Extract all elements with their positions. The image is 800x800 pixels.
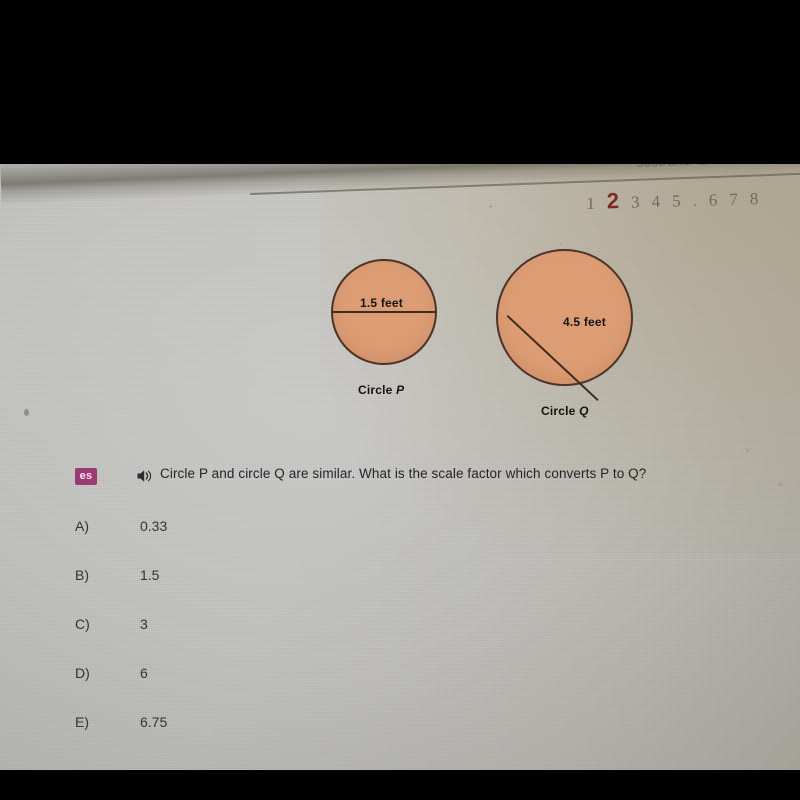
- speaker-icon[interactable]: [136, 468, 154, 484]
- circle-q-measure-label: 4.5 feet: [563, 315, 606, 329]
- option-value-b: 1.5: [140, 567, 160, 583]
- option-row-e[interactable]: E) 6.75: [0, 714, 800, 763]
- option-letter-e: E): [75, 714, 89, 730]
- circle-p-diameter-line: [333, 311, 435, 313]
- spanish-translation-badge[interactable]: es: [75, 468, 97, 485]
- letterbox-bottom: [0, 770, 800, 800]
- circle-q-name-word: Circle: [541, 404, 576, 418]
- option-letter-a: A): [75, 518, 89, 534]
- question-text: Circle P and circle Q are similar. What …: [160, 466, 647, 481]
- option-value-d: 6: [140, 665, 148, 681]
- option-value-c: 3: [140, 616, 148, 632]
- letterbox-top: [0, 0, 800, 164]
- option-row-d[interactable]: D) 6: [0, 665, 800, 714]
- screenshot-root: sostrand=2427&elem 1 2 3 4 5 . 6 7 8 1.5…: [0, 0, 800, 800]
- circle-q-name-label: Circle Q: [541, 404, 589, 418]
- paper-speck: [746, 449, 749, 452]
- option-letter-d: D): [75, 665, 90, 681]
- option-letter-c: C): [75, 616, 90, 632]
- geometry-figure: 1.5 feet Circle P 4.5 feet Circle Q: [0, 163, 800, 443]
- circle-p-name-letter: P: [396, 383, 405, 397]
- option-value-e: 6.75: [140, 714, 168, 730]
- option-row-c[interactable]: C) 3: [0, 616, 800, 665]
- circle-p-name-word: Circle: [358, 383, 393, 397]
- option-letter-b: B): [75, 567, 89, 583]
- option-row-b[interactable]: B) 1.5: [0, 567, 800, 616]
- circle-p-name-label: Circle P: [358, 383, 404, 397]
- photographed-worksheet: sostrand=2427&elem 1 2 3 4 5 . 6 7 8 1.5…: [0, 163, 800, 770]
- question-row: es Circle P and circle Q are similar. Wh…: [0, 465, 800, 495]
- circle-q-name-letter: Q: [579, 404, 589, 418]
- option-row-a[interactable]: A) 0.33: [0, 518, 800, 567]
- option-value-a: 0.33: [140, 518, 168, 534]
- circle-p-measure-label: 1.5 feet: [360, 296, 403, 310]
- answer-options-list: A) 0.33 B) 1.5 C) 3 D) 6 E) 6.75: [0, 518, 800, 763]
